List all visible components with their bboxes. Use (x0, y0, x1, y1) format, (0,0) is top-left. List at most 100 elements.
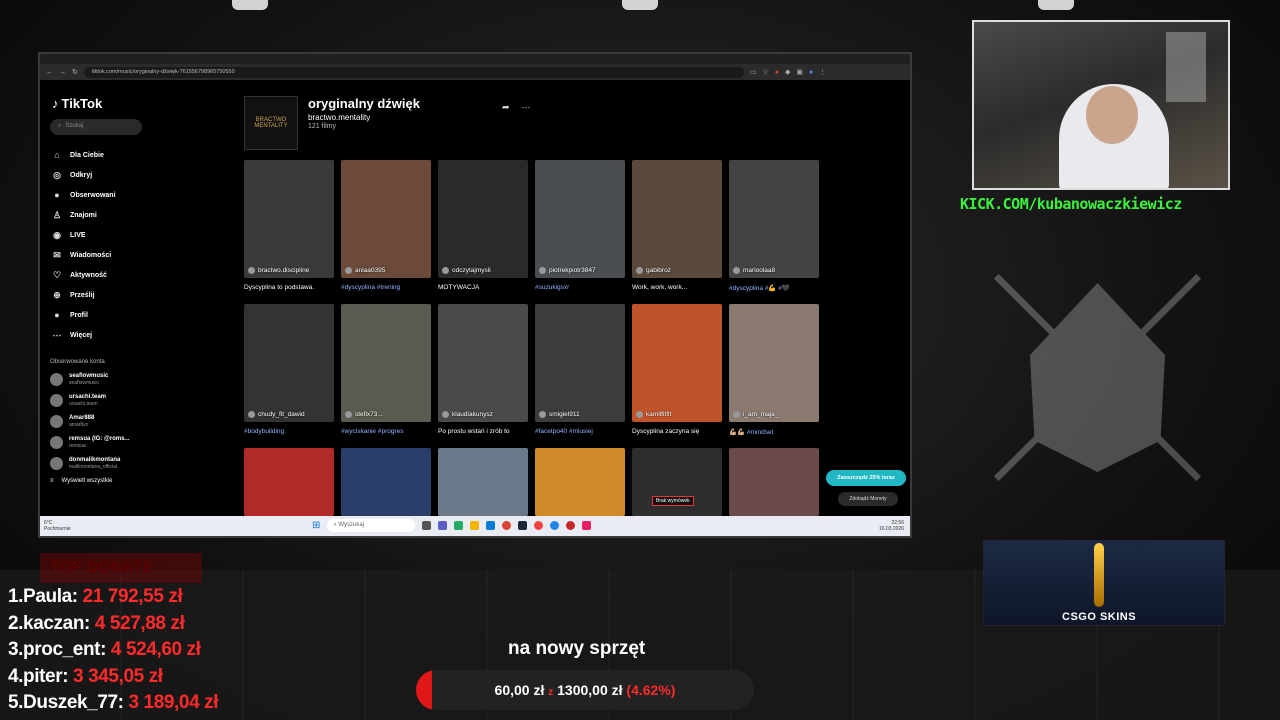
taskbar-search[interactable]: ⌕ Wyszukaj (327, 519, 416, 532)
csgoskins-banner[interactable]: CSGO SKINS (983, 540, 1225, 626)
system-clock[interactable]: 22:56 16.03.2026 (879, 520, 904, 532)
video-card[interactable] (438, 448, 528, 516)
video-author[interactable]: gabibroz (636, 267, 671, 274)
video-author[interactable]: klaudiakunysz (442, 411, 493, 418)
video-thumbnail[interactable]: marioolaa8 (729, 160, 819, 278)
video-author[interactable]: piotrekpiotr3847 (539, 267, 596, 274)
browser-menu-icon[interactable]: ⋮ (819, 68, 826, 76)
video-author[interactable]: marioolaa8 (733, 267, 775, 274)
followed-account[interactable]: remsua (IG: @roms... remsua (50, 432, 230, 453)
video-caption[interactable]: Po prostu wstań i zrób to (438, 422, 528, 448)
video-thumbnail[interactable]: stefix73... (341, 304, 431, 422)
video-card[interactable]: gabibroz Work, work, work... (632, 160, 722, 304)
video-thumbnail[interactable] (244, 448, 334, 516)
reload-icon[interactable]: ↻ (72, 68, 78, 76)
video-card[interactable]: stefix73... #wyciskanie #progres (341, 304, 431, 448)
video-thumbnail[interactable]: klaudiakunysz (438, 304, 528, 422)
profile-avatar-icon[interactable]: ● (809, 69, 813, 76)
video-card[interactable] (341, 448, 431, 516)
video-author[interactable]: stefix73... (345, 411, 383, 418)
coupon-button[interactable]: Zaoszczędź 25% teraz (826, 470, 906, 486)
share-icon[interactable]: ➦ (502, 102, 510, 113)
video-thumbnail[interactable]: kamilfitfit (632, 304, 722, 422)
video-caption[interactable]: #bodybuilding (244, 422, 334, 448)
nav-item-9[interactable]: ⋯ Więcej (50, 325, 230, 345)
video-card[interactable]: chudy_fit_dawid #bodybuilding (244, 304, 334, 448)
video-card[interactable]: i_am_maja_ 💪🏼💪🏼 #mindset (729, 304, 819, 448)
nav-item-1[interactable]: ◎ Odkryj (50, 165, 230, 185)
nav-item-0[interactable]: ⌂ Dla Ciebie (50, 145, 230, 165)
video-caption[interactable]: Dyscyplina zaczyna się (632, 422, 722, 448)
extension-icon[interactable]: ◆ (785, 68, 790, 76)
task-view-icon[interactable] (422, 521, 432, 530)
video-card[interactable]: klaudiakunysz Po prostu wstań i zrób to (438, 304, 528, 448)
video-card[interactable] (244, 448, 334, 516)
video-caption[interactable]: #facetpo40 #mlusiej (535, 422, 625, 448)
video-thumbnail[interactable]: bractwo.discipline (244, 160, 334, 278)
weather-widget[interactable]: 6°C Pochmurnie (40, 520, 100, 532)
show-all-button[interactable]: ≡ Wyświetl wszystkie (50, 478, 230, 484)
video-author[interactable]: smigiel911 (539, 411, 580, 418)
nav-item-6[interactable]: ♡ Aktywność (50, 265, 230, 285)
video-caption[interactable]: #wyciskanie #progres (341, 422, 431, 448)
video-thumbnail[interactable]: i_am_maja_ (729, 304, 819, 422)
nav-item-2[interactable]: ● Obserwowani (50, 185, 230, 205)
video-card[interactable]: smigiel911 #facetpo40 #mlusiej (535, 304, 625, 448)
video-thumbnail[interactable]: aniaa0395 (341, 160, 431, 278)
video-thumbnail[interactable]: piotrekpiotr3847 (535, 160, 625, 278)
video-card[interactable]: marioolaa8 #dyscyplina #💪 #🖤 (729, 160, 819, 304)
followed-account[interactable]: donmalikmontana malikmontana_official (50, 453, 230, 474)
video-card[interactable] (729, 448, 819, 516)
video-caption[interactable]: MOTYWACJA (438, 278, 528, 304)
search-input[interactable]: ⌕ Szukaj (50, 119, 142, 135)
video-caption[interactable]: #dyscyplina #💪 #🖤 (729, 278, 819, 304)
video-author[interactable]: aniaa0395 (345, 267, 385, 274)
video-card[interactable]: kamilfitfit Dyscyplina zaczyna się (632, 304, 722, 448)
video-card[interactable]: odczytajmysli MOTYWACJA (438, 160, 528, 304)
extensions-puzzle-icon[interactable]: ▣ (796, 68, 803, 76)
nav-item-7[interactable]: ⊕ Prześlij (50, 285, 230, 305)
video-thumbnail[interactable]: gabibroz (632, 160, 722, 278)
teams-icon[interactable] (438, 521, 448, 530)
sound-author[interactable]: bractwo.mentality (308, 113, 420, 122)
video-author[interactable]: bractwo.discipline (248, 267, 309, 274)
video-thumbnail[interactable] (438, 448, 528, 516)
tiktok-logo[interactable]: ♪ TikTok (52, 96, 230, 111)
video-caption[interactable]: Work, work, work... (632, 278, 722, 304)
extension-icon[interactable]: ● (775, 69, 779, 76)
app-icon[interactable] (582, 521, 592, 530)
video-thumbnail[interactable] (341, 448, 431, 516)
more-options-icon[interactable]: ⋯ (522, 102, 531, 113)
video-thumbnail[interactable]: chudy_fit_dawid (244, 304, 334, 422)
nav-item-4[interactable]: ◉ LIVE (50, 225, 230, 245)
coins-button[interactable]: Zdobądź Monety (838, 492, 898, 506)
nav-item-5[interactable]: ✉ Wiadomości (50, 245, 230, 265)
video-caption[interactable]: #dyscyplina #trening (341, 278, 431, 304)
app-icon[interactable] (550, 521, 560, 530)
video-author[interactable]: chudy_fit_dawid (248, 411, 305, 418)
url-input[interactable]: tiktok.com/music/oryginalny-dźwięk-76155… (83, 66, 744, 78)
followed-account[interactable]: ursachi.team ursachi.team (50, 390, 230, 411)
cast-icon[interactable]: ▭ (750, 68, 757, 76)
video-caption[interactable]: #suzukigsxr (535, 278, 625, 304)
app-icon[interactable] (454, 521, 464, 530)
forward-icon[interactable]: → (59, 69, 66, 76)
video-thumbnail[interactable]: smigiel911 (535, 304, 625, 422)
nav-item-3[interactable]: ♙ Znajomi (50, 205, 230, 225)
video-thumbnail[interactable] (535, 448, 625, 516)
video-card[interactable]: bractwo.discipline Dyscyplina to podstawa… (244, 160, 334, 304)
video-thumbnail[interactable]: Brak wymówek (632, 448, 722, 516)
video-caption[interactable]: Dyscyplina to podstawa. (244, 278, 334, 304)
chrome-icon[interactable] (502, 521, 512, 530)
video-card[interactable] (535, 448, 625, 516)
windows-start-icon[interactable]: ⊞ (312, 520, 320, 531)
video-author[interactable]: odczytajmysli (442, 267, 491, 274)
video-thumbnail[interactable] (729, 448, 819, 516)
bookmark-star-icon[interactable]: ☆ (763, 68, 769, 76)
file-explorer-icon[interactable] (470, 521, 480, 530)
video-thumbnail[interactable]: odczytajmysli (438, 160, 528, 278)
video-card[interactable]: Brak wymówek (632, 448, 722, 516)
app-icon[interactable] (534, 521, 544, 530)
sound-cover[interactable]: BRACTWO MENTALITY (244, 96, 298, 150)
video-card[interactable]: aniaa0395 #dyscyplina #trening (341, 160, 431, 304)
